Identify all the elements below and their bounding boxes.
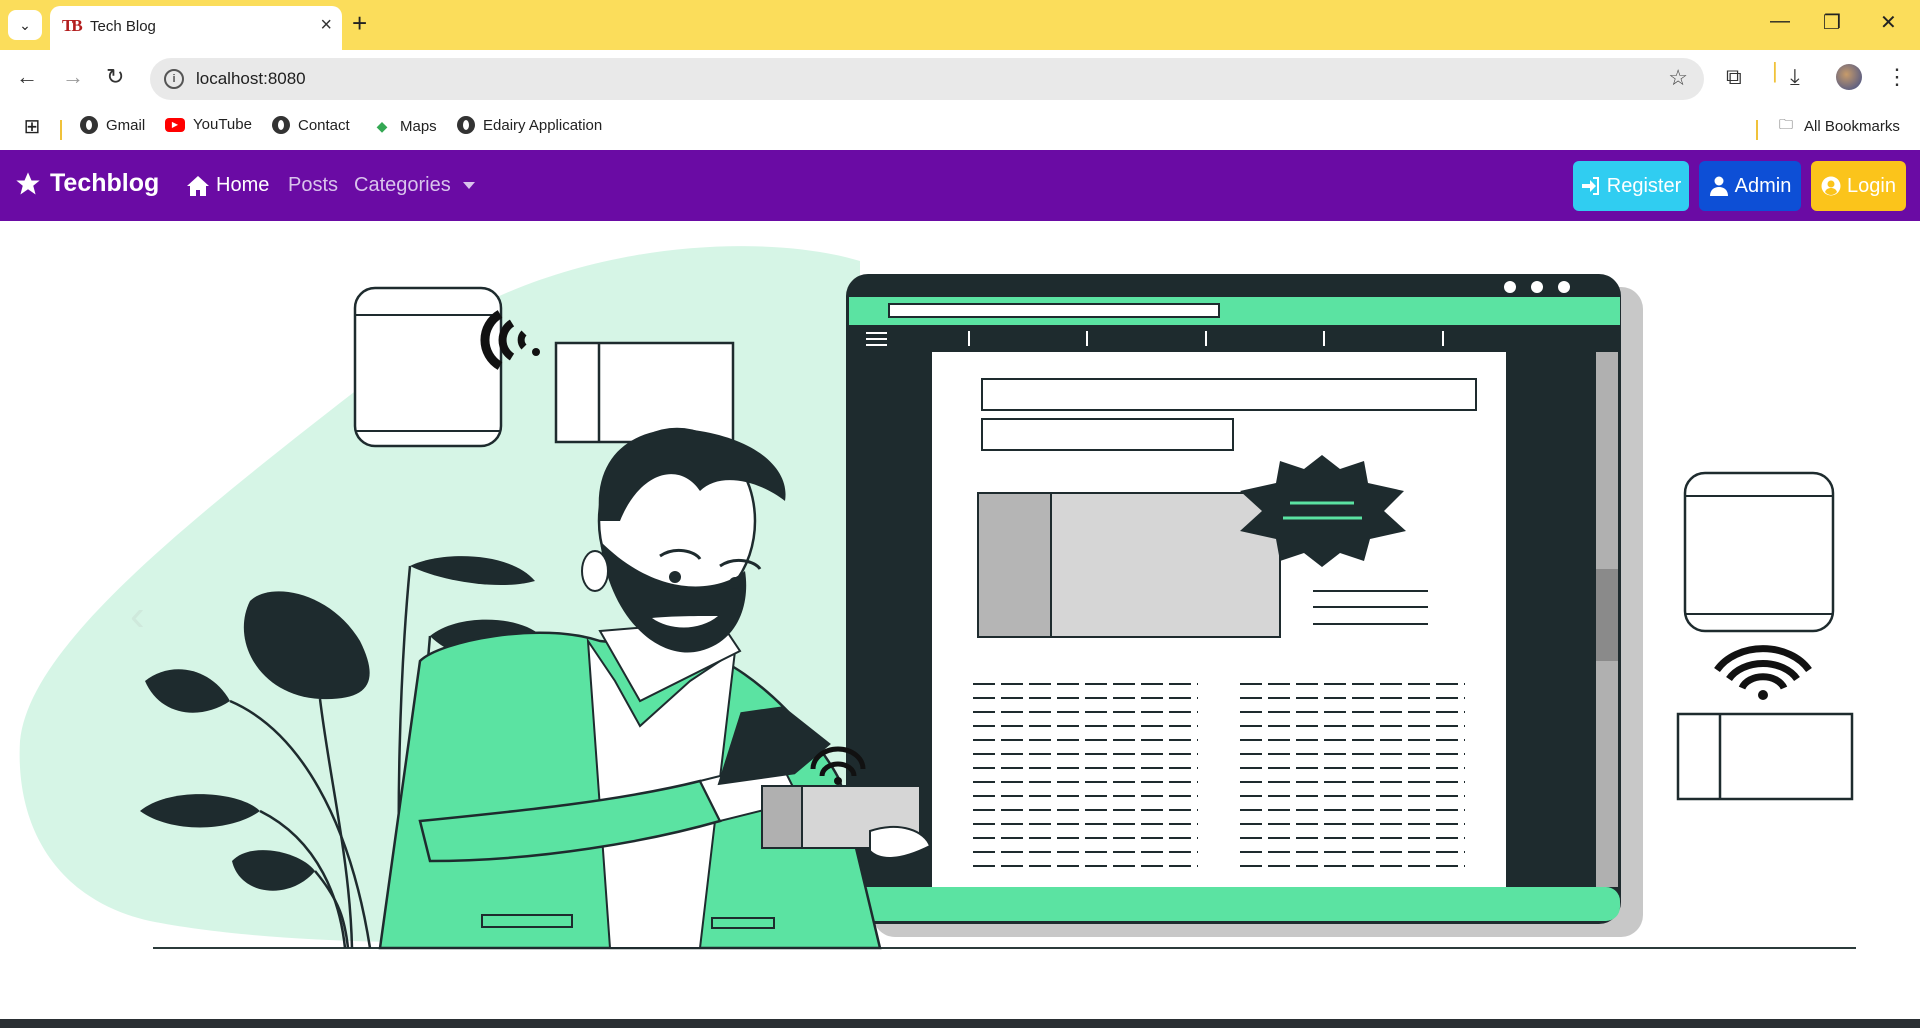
browser-tab[interactable]: TB Tech Blog × bbox=[50, 6, 342, 50]
user-circle-icon bbox=[1821, 176, 1841, 196]
tab-title: Tech Blog bbox=[90, 18, 156, 35]
address-bar[interactable]: i localhost:8080 ☆ bbox=[150, 58, 1704, 100]
nav-home[interactable]: Home bbox=[186, 174, 269, 197]
bookmark-edairy[interactable]: Edairy Application bbox=[457, 116, 602, 134]
extensions-icon[interactable]: ⧉ bbox=[1726, 64, 1742, 90]
login-button[interactable]: Login bbox=[1811, 161, 1906, 211]
bookmark-label: Contact bbox=[298, 116, 350, 134]
sign-in-icon bbox=[1581, 177, 1599, 195]
bookmark-label: Gmail bbox=[106, 116, 146, 134]
apps-grid-icon[interactable]: ⊞ bbox=[22, 116, 42, 138]
close-window-icon[interactable]: ✕ bbox=[1880, 10, 1897, 35]
star-icon bbox=[16, 171, 40, 194]
maps-icon: ◆ bbox=[376, 117, 388, 134]
all-bookmarks-label: All Bookmarks bbox=[1804, 117, 1900, 135]
youtube-icon: ▶ bbox=[165, 117, 185, 132]
reload-icon[interactable]: ↻ bbox=[106, 64, 124, 90]
bookmark-youtube[interactable]: ▶ YouTube bbox=[165, 116, 252, 133]
minimize-icon[interactable]: — bbox=[1770, 10, 1790, 33]
bookmark-gmail[interactable]: Gmail bbox=[80, 116, 145, 134]
all-bookmarks[interactable]: 🗀 All Bookmarks bbox=[1776, 116, 1900, 136]
browser-tabbar: ⌄ TB Tech Blog × + — ❐ ✕ bbox=[0, 0, 1920, 50]
taskbar-edge bbox=[0, 1019, 1920, 1028]
tab-favicon: TB bbox=[62, 16, 83, 35]
user-tie-icon bbox=[1709, 176, 1728, 196]
nav-home-label: Home bbox=[216, 174, 270, 196]
site-navbar: Techblog Home Posts Categories Register … bbox=[0, 150, 1920, 221]
nav-categories-label: Categories bbox=[354, 174, 451, 196]
tab-search-button[interactable]: ⌄ bbox=[8, 10, 42, 40]
brand-link[interactable]: Techblog bbox=[14, 169, 159, 198]
close-tab-icon[interactable]: × bbox=[320, 14, 332, 37]
admin-button[interactable]: Admin bbox=[1699, 161, 1801, 211]
admin-label: Admin bbox=[1734, 174, 1792, 197]
bookmark-divider bbox=[1756, 120, 1758, 140]
bookmark-maps[interactable]: ◆ Maps bbox=[372, 116, 437, 136]
browser-toolbar: ← → ↻ i localhost:8080 ☆ ⧉ | ⤓ ⋮ bbox=[0, 50, 1920, 108]
download-icon[interactable]: ⤓ bbox=[1790, 64, 1800, 90]
bookmark-label: Maps bbox=[400, 117, 437, 135]
register-label: Register bbox=[1606, 174, 1682, 197]
hero-carousel: ‹ bbox=[0, 221, 1920, 1021]
forward-icon[interactable]: → bbox=[62, 64, 84, 90]
nav-categories-dropdown[interactable]: Categories bbox=[354, 174, 475, 197]
bookmark-contact[interactable]: Contact bbox=[272, 116, 350, 134]
hero-illustration bbox=[19, 246, 1856, 950]
back-icon[interactable]: ← bbox=[16, 64, 38, 90]
bookmark-label: Edairy Application bbox=[483, 116, 603, 134]
restore-icon[interactable]: ❐ bbox=[1823, 10, 1841, 35]
globe-icon bbox=[457, 116, 475, 134]
menu-dots-icon[interactable]: ⋮ bbox=[1886, 64, 1908, 90]
folder-icon: 🗀 bbox=[1779, 116, 1793, 132]
nav-posts[interactable]: Posts bbox=[288, 174, 338, 197]
carousel-prev-icon[interactable]: ‹ bbox=[130, 591, 145, 641]
globe-icon bbox=[272, 116, 290, 134]
home-icon bbox=[187, 175, 209, 196]
nav-posts-label: Posts bbox=[288, 174, 339, 196]
chevron-down-icon bbox=[462, 182, 475, 189]
login-label: Login bbox=[1847, 174, 1896, 197]
brand-label: Techblog bbox=[50, 169, 160, 197]
site-info-icon[interactable]: i bbox=[164, 69, 184, 89]
register-button[interactable]: Register bbox=[1573, 161, 1689, 211]
bookmark-divider bbox=[60, 120, 62, 140]
url-text: localhost:8080 bbox=[196, 69, 306, 88]
globe-icon bbox=[80, 116, 98, 134]
toolbar-divider: | bbox=[1772, 58, 1778, 83]
profile-avatar[interactable] bbox=[1836, 64, 1862, 90]
new-tab-icon[interactable]: + bbox=[352, 8, 367, 39]
bookmark-star-icon[interactable]: ☆ bbox=[1668, 65, 1688, 91]
bookmarks-bar: ⊞ Gmail ▶ YouTube Contact ◆ Maps Edairy … bbox=[0, 108, 1920, 150]
bookmark-label: YouTube bbox=[193, 116, 252, 133]
